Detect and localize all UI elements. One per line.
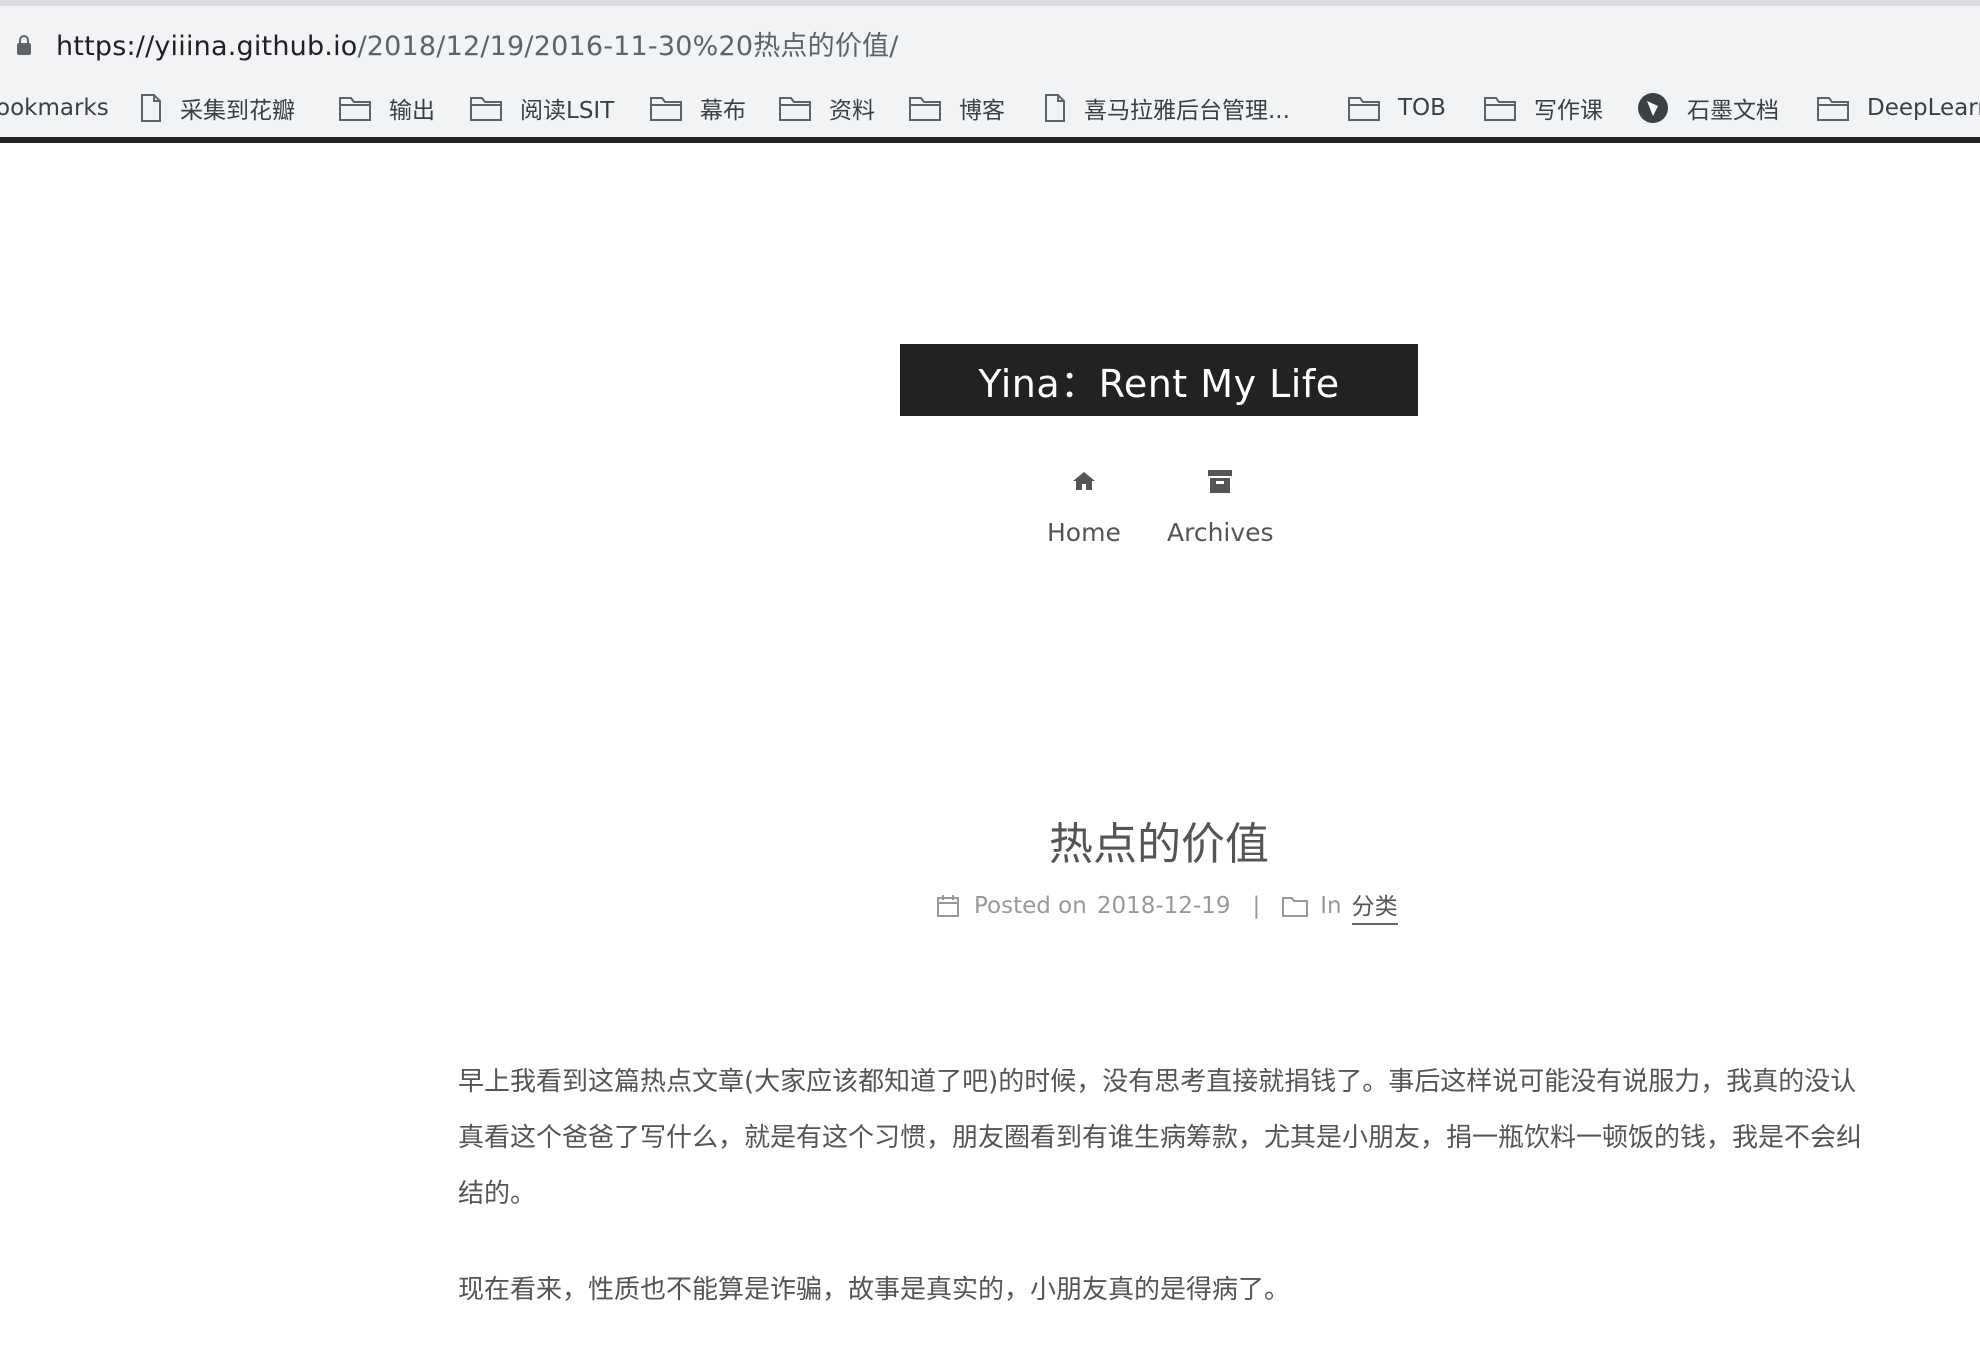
nav-archives[interactable]: Archives	[1167, 464, 1274, 547]
nav-home-label: Home	[1047, 518, 1121, 547]
bookmark-label: 采集到花瓣	[180, 98, 295, 124]
bookmark-item-mubu[interactable]: 幕布	[650, 89, 746, 127]
bookmark-item-shimo[interactable]: 石墨文档	[1637, 89, 1779, 127]
bookmark-label: TOB	[1398, 95, 1446, 121]
nav-home[interactable]: Home	[1047, 464, 1121, 547]
in-label: In	[1320, 893, 1342, 919]
page-icon	[141, 94, 161, 122]
bookmark-item-yuedu[interactable]: 阅读LSIT	[470, 89, 614, 127]
page-top-border	[0, 137, 1980, 143]
bookmark-label: 资料	[829, 98, 875, 124]
folder-icon	[650, 97, 682, 121]
url-field[interactable]: https://yiiina.github.io/2018/12/19/2016…	[0, 10, 1980, 70]
posted-on-label: Posted on	[974, 893, 1087, 919]
bookmark-label: 博客	[959, 98, 1005, 124]
category-link[interactable]: 分类	[1351, 887, 1398, 925]
lock-icon[interactable]	[16, 35, 32, 55]
archive-icon	[1207, 464, 1233, 498]
site-title: Yina：Rent My Life	[978, 361, 1340, 406]
bookmark-item-xiezuoke[interactable]: 写作课	[1484, 89, 1603, 127]
post-body: 早上我看到这篇热点文章(大家应该都知道了吧)的时候，没有思考直接就捐钱了。事后这…	[458, 1054, 1862, 1358]
site-title-link[interactable]: Yina：Rent My Life	[900, 344, 1418, 416]
bookmark-label: 喜马拉雅后台管理...	[1084, 98, 1290, 124]
home-icon	[1072, 464, 1096, 498]
page-icon	[1045, 94, 1065, 122]
bookmark-item-caiji[interactable]: 采集到花瓣	[140, 89, 295, 127]
folder-icon	[779, 97, 811, 121]
bookmark-item-deeplearn[interactable]: DeepLearn	[1817, 89, 1980, 127]
calendar-icon	[937, 895, 959, 917]
url-path: /2018/12/19/2016-11-30%20热点的价值/	[357, 31, 899, 62]
nav-archives-label: Archives	[1167, 518, 1274, 547]
bookmark-item-ximalaya[interactable]: 喜马拉雅后台管理...	[1044, 89, 1290, 127]
post-title: 热点的价值	[1049, 819, 1269, 870]
bookmark-item-shuchu[interactable]: 输出	[339, 89, 435, 127]
browser-address-bar: https://yiiina.github.io/2018/12/19/2016…	[0, 0, 1980, 77]
post-date[interactable]: 2018-12-19	[1097, 893, 1231, 919]
post-paragraph: 早上我看到这篇热点文章(大家应该都知道了吧)的时候，没有思考直接就捐钱了。事后这…	[458, 1067, 1863, 1209]
folder-icon	[339, 97, 371, 121]
folder-icon	[1348, 97, 1380, 121]
post-meta: Posted on 2018-12-19 | In 分类	[936, 887, 1398, 925]
bookmark-item-ziliao[interactable]: 资料	[779, 89, 875, 127]
bookmark-label: 幕布	[700, 98, 746, 124]
bookmark-label: 输出	[389, 98, 435, 124]
folder-icon	[1484, 97, 1516, 121]
folder-icon	[909, 97, 941, 121]
bookmark-label: ookmarks	[0, 95, 109, 121]
bookmark-item-bookmarks[interactable]: ookmarks	[0, 89, 109, 127]
folder-icon	[1817, 97, 1849, 121]
url-host: https://yiiina.github.io	[56, 31, 358, 62]
bookmark-label: 石墨文档	[1687, 98, 1779, 124]
bookmark-item-tob[interactable]: TOB	[1348, 89, 1446, 127]
bookmark-item-boke[interactable]: 博客	[909, 89, 1005, 127]
url-text[interactable]: https://yiiina.github.io/2018/12/19/2016…	[56, 24, 899, 63]
bookmark-label: DeepLearn	[1867, 95, 1980, 121]
folder-outline-icon	[1282, 897, 1309, 917]
shimo-logo-icon	[1638, 93, 1668, 123]
bookmarks-bar: ookmarks 采集到花瓣 输出 阅读LSIT 幕布 资料 博客 喜马拉雅后台…	[0, 77, 1980, 139]
bookmark-label: 写作课	[1534, 98, 1603, 124]
post-paragraph: 现在看来，性质也不能算是诈骗，故事是真实的，小朋友真的是得病了。	[458, 1275, 1291, 1305]
meta-divider: |	[1252, 893, 1261, 919]
bookmark-label: 阅读LSIT	[520, 98, 615, 124]
folder-icon	[470, 97, 502, 121]
